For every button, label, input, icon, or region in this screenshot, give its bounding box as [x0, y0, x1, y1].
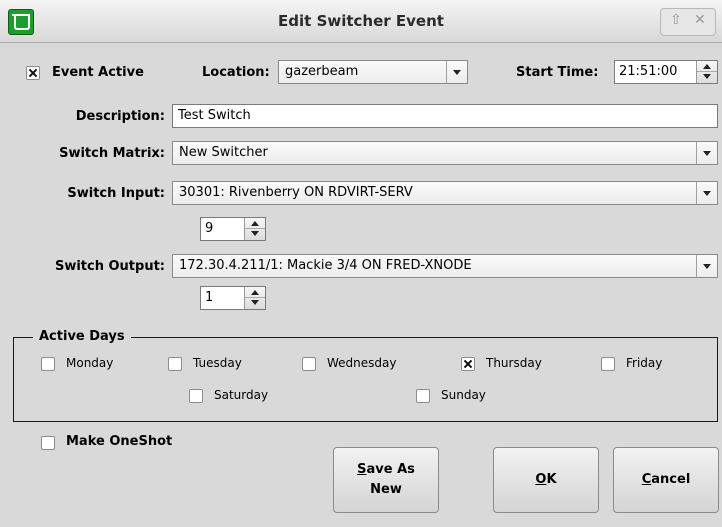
decrement-icon[interactable] — [697, 72, 717, 83]
switch-output-dropdown[interactable]: 172.30.4.211/1: Mackie 3/4 ON FRED-XNODE — [172, 254, 718, 278]
switch-matrix-label: Switch Matrix: — [59, 146, 165, 161]
switch-input-value: 30301: Rivenberry ON RDVIRT-SERV — [179, 185, 413, 200]
day-label-friday: Friday — [626, 356, 663, 370]
up-arrow-icon[interactable]: ⇧ — [670, 12, 682, 28]
day-label-monday: Monday — [66, 356, 114, 370]
ok-button[interactable]: OK — [493, 447, 599, 513]
decrement-icon[interactable] — [245, 298, 265, 309]
active-days-title: Active Days — [33, 329, 131, 344]
day-label-saturday: Saturday — [214, 388, 269, 402]
event-active-checkbox[interactable] — [26, 66, 40, 80]
switch-output-value: 172.30.4.211/1: Mackie 3/4 ON FRED-XNODE — [179, 258, 472, 273]
event-active-label: Event Active — [52, 65, 144, 80]
window-title: Edit Switcher Event — [278, 12, 444, 30]
description-label: Description: — [75, 109, 165, 124]
increment-icon[interactable] — [245, 218, 265, 229]
day-checkbox-monday[interactable] — [41, 357, 55, 371]
make-oneshot-label: Make OneShot — [66, 434, 173, 449]
switch-output-label: Switch Output: — [54, 259, 165, 274]
switch-output-number-spinbox[interactable]: 1 — [200, 286, 266, 310]
active-days-group — [13, 337, 718, 422]
title-bar: Edit Switcher Event ⇧ ✕ — [0, 0, 722, 43]
switch-output-number: 1 — [205, 290, 214, 305]
day-checkbox-wednesday[interactable] — [302, 357, 316, 371]
save-as-new-label-line1: Save As — [357, 462, 415, 477]
start-time-value: 21:51:00 — [619, 64, 678, 79]
chevron-down-icon — [696, 142, 717, 164]
location-label: Location: — [202, 65, 270, 80]
switch-matrix-value: New Switcher — [179, 145, 268, 160]
increment-icon[interactable] — [697, 61, 717, 72]
location-value: gazerbeam — [285, 64, 359, 79]
chevron-down-icon — [696, 182, 717, 204]
close-icon[interactable]: ✕ — [694, 12, 706, 28]
day-checkbox-sunday[interactable] — [416, 389, 430, 403]
switch-input-label: Switch Input: — [67, 186, 165, 201]
chevron-down-icon — [446, 61, 467, 83]
day-label-thursday: Thursday — [486, 356, 542, 370]
cancel-button[interactable]: Cancel — [613, 447, 719, 513]
day-checkbox-saturday[interactable] — [189, 389, 203, 403]
description-input[interactable]: Test Switch — [172, 104, 718, 128]
decrement-icon[interactable] — [245, 229, 265, 240]
day-label-tuesday: Tuesday — [193, 356, 242, 370]
day-checkbox-tuesday[interactable] — [168, 357, 182, 371]
cancel-label: Cancel — [641, 472, 691, 487]
chevron-down-icon — [696, 255, 717, 277]
save-as-new-button[interactable]: Save As New — [333, 447, 439, 513]
switch-matrix-dropdown[interactable]: New Switcher — [172, 141, 718, 165]
day-checkbox-friday[interactable] — [601, 357, 615, 371]
day-label-wednesday: Wednesday — [327, 356, 397, 370]
switch-input-number-spinbox[interactable]: 9 — [200, 217, 266, 241]
switch-input-number: 9 — [205, 221, 214, 236]
window-buttons: ⇧ ✕ — [660, 8, 716, 36]
increment-icon[interactable] — [245, 287, 265, 298]
day-checkbox-thursday[interactable] — [461, 357, 475, 371]
start-time-label: Start Time: — [516, 65, 599, 80]
day-label-sunday: Sunday — [441, 388, 486, 402]
description-value: Test Switch — [178, 108, 251, 123]
location-dropdown[interactable]: gazerbeam — [278, 60, 468, 84]
ok-label: OK — [535, 472, 557, 487]
start-time-spinbox[interactable]: 21:51:00 — [614, 60, 718, 84]
switch-input-dropdown[interactable]: 30301: Rivenberry ON RDVIRT-SERV — [172, 181, 718, 205]
save-as-new-label-line2: New — [370, 482, 402, 497]
make-oneshot-checkbox[interactable] — [41, 436, 55, 450]
